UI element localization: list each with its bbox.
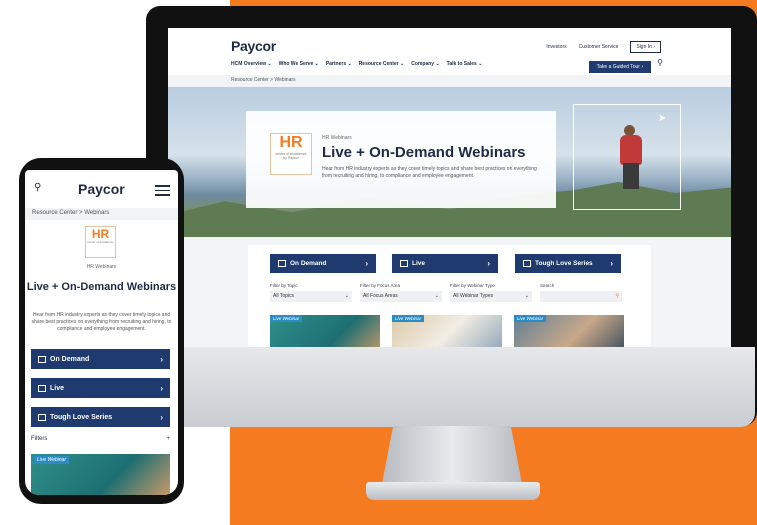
desktop-screen: Paycor Investors Customer Service Sign I…	[168, 28, 731, 347]
utility-nav: Investors Customer Service Sign In ›	[546, 41, 661, 53]
paper-plane-icon: ➤	[658, 113, 667, 124]
webinar-cards: Live Webinar Live Webinar Live Webinar	[270, 315, 624, 347]
hr-coe-badge: HR center of excellence	[85, 226, 116, 258]
webinar-card[interactable]: Live Webinar	[31, 454, 170, 495]
paycor-logo[interactable]: Paycor	[231, 38, 276, 54]
tough-love-series-button[interactable]: Tough Love Series ›	[31, 407, 170, 427]
breadcrumb: Resource Center > Webinars	[25, 208, 178, 220]
chevron-down-icon: ⌄	[434, 293, 439, 299]
page-title: Live + On-Demand Webinars	[322, 144, 526, 161]
chevron-right-icon: ›	[487, 259, 490, 268]
search-icon[interactable]: ⚲	[657, 58, 663, 67]
hiker-legs	[623, 163, 639, 189]
webinar-type-filter: Filter by Webinar Type All Webinar Types…	[450, 283, 532, 302]
topic-filter: Filter by Topic All Topics ⌄	[270, 283, 352, 302]
chevron-down-icon: ⌄	[524, 293, 529, 299]
guided-tour-button[interactable]: Take a Guided Tour ›	[588, 61, 651, 73]
hero-card: HR center of excellence by Paycor HR Web…	[246, 111, 556, 208]
hero-eyebrow: HR Webinars	[86, 264, 117, 270]
paycor-logo[interactable]: Paycor	[78, 181, 125, 197]
webinar-card[interactable]: Live Webinar	[514, 315, 624, 347]
monitor-chin	[148, 347, 755, 427]
monitor-stand	[382, 426, 522, 484]
breadcrumb: Resource Center > Webinars	[168, 75, 731, 87]
hiker-backpack	[620, 135, 642, 165]
webinar-section: On Demand › Live › Tough Love Series › Filt…	[168, 237, 731, 347]
hr-coe-badge: HR center of excellence by Paycor	[270, 133, 312, 175]
filters-toggle[interactable]: Filters +	[31, 436, 170, 442]
search-icon: ⚲	[615, 293, 619, 299]
focus-area-filter: Filter by Focus Area All Focus Areas ⌄	[360, 283, 442, 302]
chevron-right-icon: ›	[160, 383, 163, 393]
webinar-card[interactable]: Live Webinar	[392, 315, 502, 347]
hero-banner: ➤ HR center of excellence by Paycor HR W…	[168, 87, 731, 237]
calendar-icon	[38, 413, 46, 421]
tough-love-series-button[interactable]: Tough Love Series ›	[515, 254, 621, 273]
sign-in-button[interactable]: Sign In ›	[630, 41, 661, 53]
site-header: Paycor Investors Customer Service Sign I…	[168, 28, 731, 75]
customer-service-link[interactable]: Customer Service	[579, 44, 619, 50]
chevron-right-icon: ›	[610, 259, 613, 268]
search-icon[interactable]: ⚲	[34, 182, 41, 193]
investors-link[interactable]: Investors	[546, 44, 566, 50]
nav-who-we-serve[interactable]: Who We Serve ⌄	[279, 61, 319, 67]
chevron-right-icon: ›	[365, 259, 368, 268]
live-button[interactable]: Live ›	[392, 254, 498, 273]
nav-hcm-overview[interactable]: HCM Overview ⌄	[231, 61, 272, 67]
topic-select[interactable]: All Topics ⌄	[270, 291, 352, 302]
phone-screen: ⚲ Paycor Resource Center > Webinars HR c…	[25, 170, 178, 495]
chevron-right-icon: ›	[160, 354, 163, 364]
broadcast-icon	[400, 260, 408, 267]
mobile-header: ⚲ Paycor	[25, 170, 178, 208]
on-demand-button[interactable]: On Demand ›	[31, 349, 170, 369]
search-input[interactable]: ⚲	[540, 291, 622, 302]
nav-partners[interactable]: Partners ⌄	[326, 61, 352, 67]
nav-talk-to-sales[interactable]: Talk to Sales ⌄	[447, 61, 483, 67]
nav-company[interactable]: Company ⌄	[411, 61, 439, 67]
chevron-right-icon: ›	[160, 412, 163, 422]
monitor-stand-base	[366, 482, 540, 500]
video-icon	[278, 260, 286, 267]
plus-icon: +	[166, 436, 170, 442]
page-title: Live + On-Demand Webinars	[26, 281, 177, 293]
on-demand-button[interactable]: On Demand ›	[270, 254, 376, 273]
video-icon	[38, 355, 46, 363]
search-filter: Search ⚲	[540, 283, 622, 302]
live-button[interactable]: Live ›	[31, 378, 170, 398]
hero-description: Hear from HR industry experts as they co…	[322, 166, 537, 179]
webinar-type-select[interactable]: All Webinar Types ⌄	[450, 291, 532, 302]
nav-resource-center[interactable]: Resource Center ⌄	[359, 61, 405, 67]
main-nav: HCM Overview ⌄ Who We Serve ⌄ Partners ⌄…	[231, 61, 482, 67]
hero-eyebrow: HR Webinars	[322, 135, 352, 141]
phone-notch	[68, 158, 138, 170]
webinar-card[interactable]: Live Webinar	[270, 315, 380, 347]
focus-area-select[interactable]: All Focus Areas ⌄	[360, 291, 442, 302]
calendar-icon	[523, 260, 531, 267]
broadcast-icon	[38, 384, 46, 392]
hero-description: Hear from HR industry experts as they co…	[31, 312, 172, 332]
hamburger-menu-icon[interactable]	[155, 185, 170, 199]
chevron-down-icon: ⌄	[344, 293, 349, 299]
webinar-panel: On Demand › Live › Tough Love Series › Filt…	[248, 245, 651, 347]
